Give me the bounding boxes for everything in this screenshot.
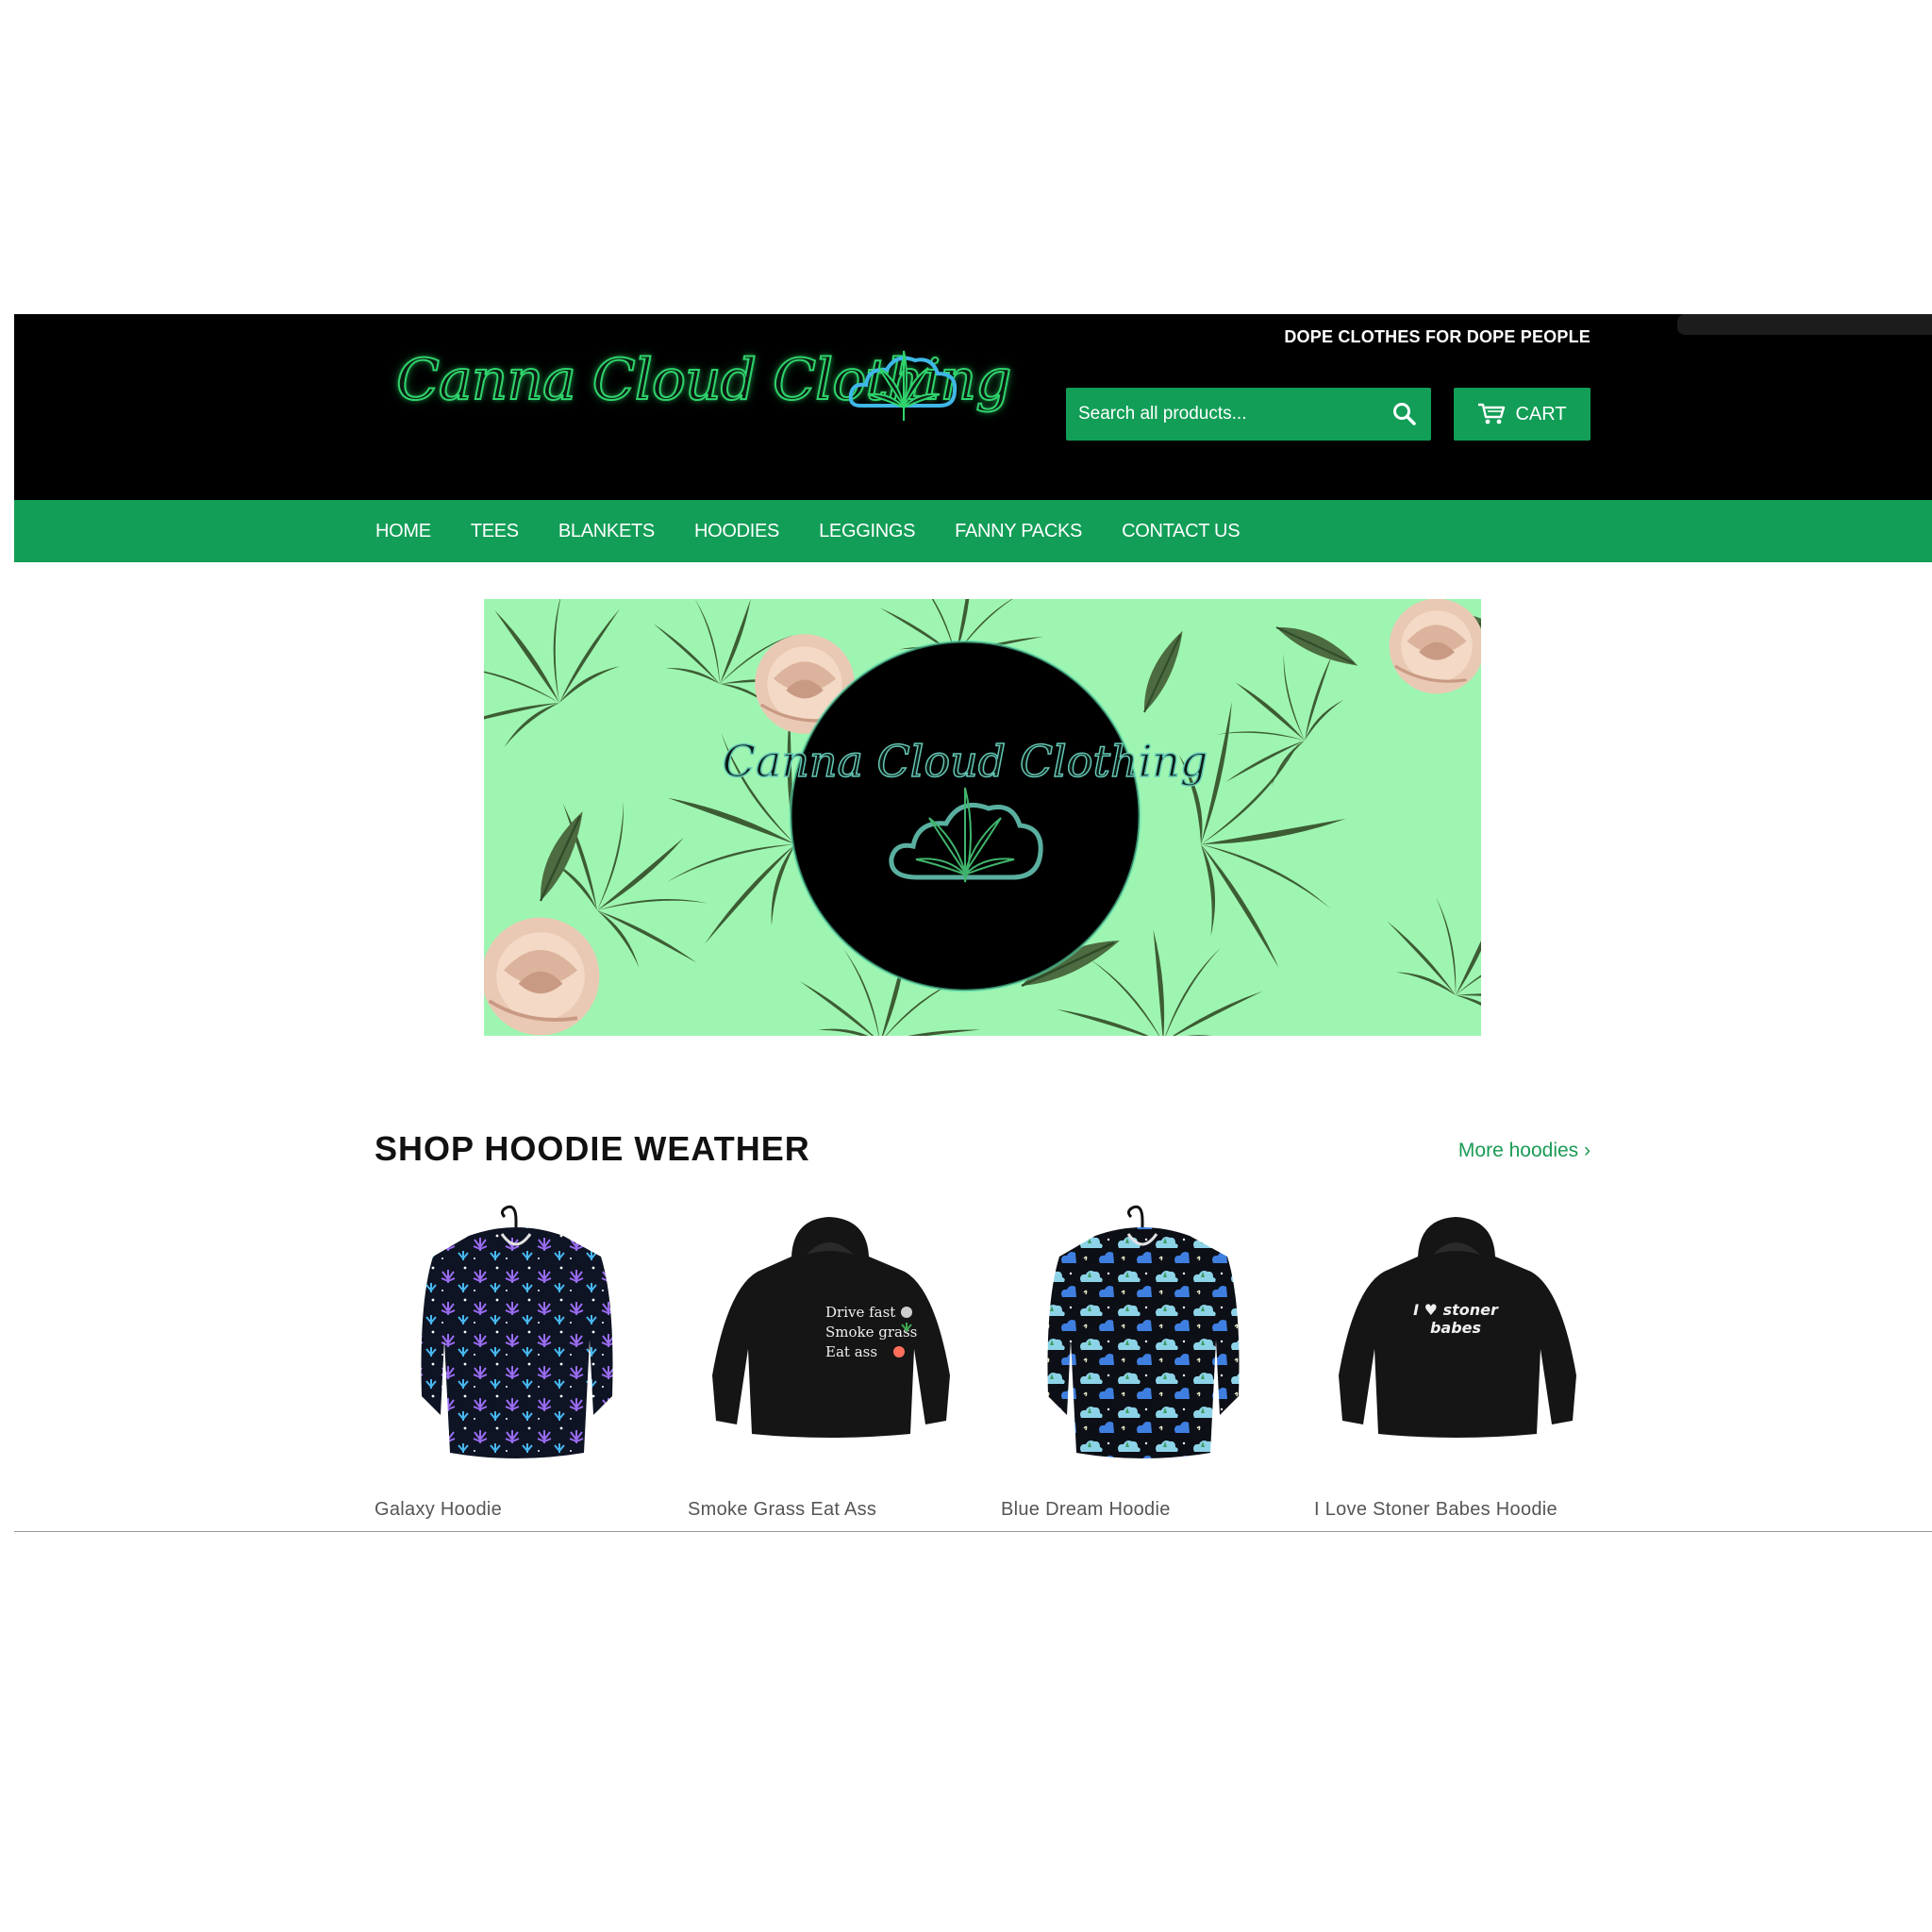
print-line: Eat ass	[825, 1343, 877, 1360]
print-line: babes	[1430, 1319, 1481, 1337]
admin-bar-edge	[1677, 314, 1932, 335]
site-logo[interactable]: Canna Cloud Clothing	[395, 340, 1012, 434]
product-card[interactable]: I ♥ stoner babes I Love Stoner Babes Hoo…	[1314, 1198, 1607, 1528]
print-line: I ♥ stoner	[1413, 1301, 1499, 1319]
product-image	[421, 1205, 613, 1458]
nav-item-fanny-packs[interactable]: FANNY PACKS	[955, 521, 1082, 542]
product-name: I Love Stoner Babes Hoodie	[1314, 1499, 1557, 1520]
site-tagline: DOPE CLOTHES FOR DOPE PEOPLE	[1284, 327, 1591, 346]
section-title: SHOP HOODIE WEATHER	[375, 1129, 810, 1168]
nav-item-contact-us[interactable]: CONTACT US	[1122, 521, 1240, 542]
leaf-cloud-icon	[848, 350, 958, 421]
search-button[interactable]	[1377, 388, 1431, 441]
cart-icon	[1478, 403, 1506, 425]
product-card[interactable]: Blue Dream Hoodie	[1001, 1198, 1293, 1528]
cart-button[interactable]: CART	[1454, 388, 1591, 441]
hero-badge-text: Canna Cloud Clothing	[723, 736, 1208, 787]
nav-item-hoodies[interactable]: HOODIES	[694, 521, 779, 542]
nav-item-tees[interactable]: TEES	[471, 521, 519, 542]
product-image: I ♥ stoner babes	[1339, 1217, 1576, 1438]
nav-list: HOME TEES BLANKETS HOODIES LEGGINGS FANN…	[375, 500, 1241, 562]
section-divider	[14, 1531, 1932, 1532]
main-nav: HOME TEES BLANKETS HOODIES LEGGINGS FANN…	[14, 500, 1932, 562]
search-input[interactable]	[1066, 388, 1368, 441]
search-form	[1066, 388, 1431, 441]
print-line: Drive fast	[825, 1304, 895, 1321]
search-icon	[1392, 403, 1416, 425]
product-image: Drive fast Smoke grass Eat ass	[712, 1217, 950, 1438]
hero-banner[interactable]: Canna Cloud Clothing	[484, 599, 1481, 1036]
page: Canna Cloud Clothing DOPE CLOTHES FOR DO…	[0, 0, 1932, 1932]
product-card[interactable]: Drive fast Smoke grass Eat ass Smoke Gra…	[688, 1198, 980, 1528]
product-name: Blue Dream Hoodie	[1001, 1499, 1171, 1520]
nav-item-blankets[interactable]: BLANKETS	[558, 521, 655, 542]
nav-item-leggings[interactable]: LEGGINGS	[819, 521, 915, 542]
hero-image: Canna Cloud Clothing	[484, 599, 1481, 1036]
product-image	[1047, 1205, 1240, 1458]
more-hoodies-link[interactable]: More hoodies ›	[1396, 1140, 1591, 1162]
product-name: Smoke Grass Eat Ass	[688, 1499, 877, 1520]
product-card[interactable]: Galaxy Hoodie	[375, 1198, 667, 1528]
hanger-icon	[1126, 1205, 1144, 1230]
cart-label: CART	[1515, 403, 1567, 425]
nav-item-home[interactable]: HOME	[375, 521, 431, 542]
product-name: Galaxy Hoodie	[375, 1499, 503, 1520]
hanger-icon	[500, 1205, 518, 1230]
